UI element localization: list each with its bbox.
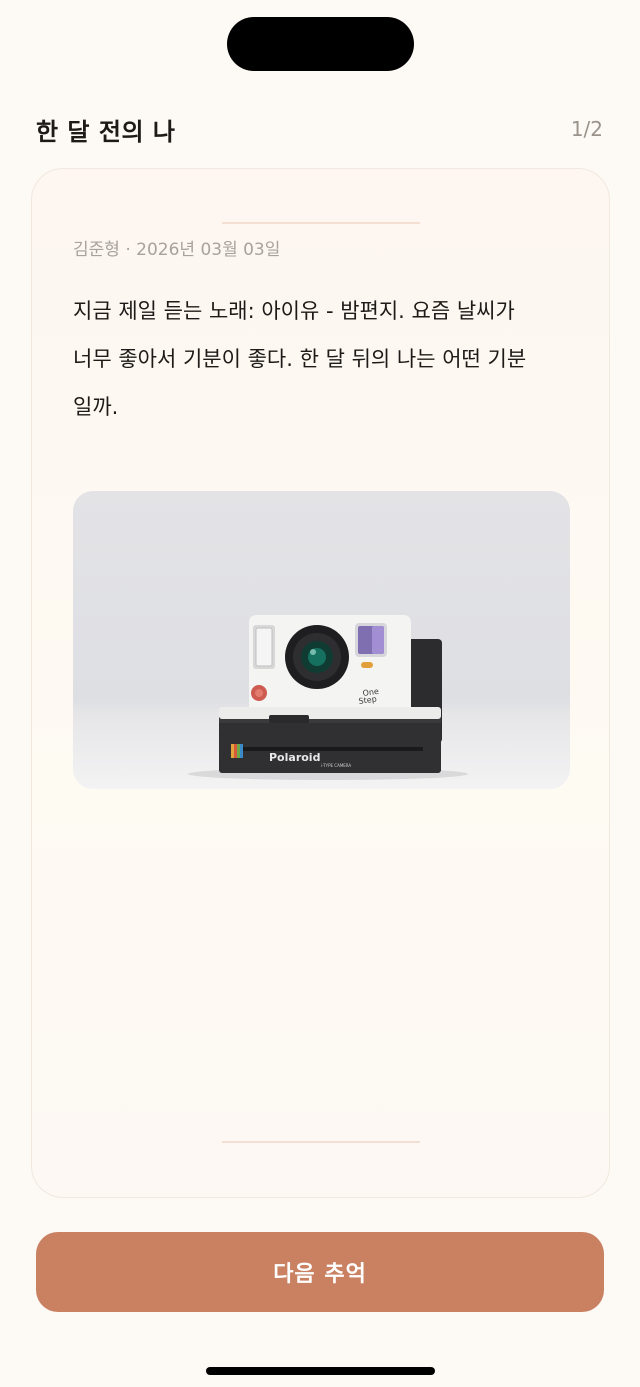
- memory-photo[interactable]: One Step Polaroid i-TYPE CAMERA: [73, 491, 570, 789]
- card-top-divider: [222, 222, 420, 224]
- screen: 한 달 전의 나 1/2 김준형 · 2026년 03월 03일 지금 제일 듣…: [0, 0, 640, 1387]
- svg-text:i-TYPE CAMERA: i-TYPE CAMERA: [321, 763, 351, 768]
- memory-card: 김준형 · 2026년 03월 03일 지금 제일 듣는 노래: 아이유 - 밤…: [31, 168, 610, 1198]
- polaroid-camera-image: One Step Polaroid i-TYPE CAMERA: [188, 615, 468, 780]
- next-memory-button[interactable]: 다음 추억: [36, 1232, 604, 1312]
- dynamic-island: [227, 17, 414, 71]
- memory-text: 지금 제일 듣는 노래: 아이유 - 밤편지. 요즘 날씨가 너무 좋아서 기분…: [73, 287, 573, 431]
- author-date: 김준형 · 2026년 03월 03일: [73, 240, 281, 260]
- memory-text-line-2: 너무 좋아서 기분이 좋다. 한 달 뒤의 나는 어떤 기분: [73, 347, 527, 371]
- memory-text-line-3: 일까.: [73, 395, 119, 419]
- card-bottom-divider: [222, 1141, 420, 1143]
- svg-text:Polaroid: Polaroid: [269, 751, 320, 764]
- page-title: 한 달 전의 나: [36, 117, 176, 146]
- header: 한 달 전의 나 1/2: [36, 112, 603, 146]
- home-indicator: [206, 1367, 435, 1375]
- memory-text-line-1: 지금 제일 듣는 노래: 아이유 - 밤편지. 요즘 날씨가: [73, 299, 515, 323]
- page-indicator: 1/2: [570, 117, 603, 141]
